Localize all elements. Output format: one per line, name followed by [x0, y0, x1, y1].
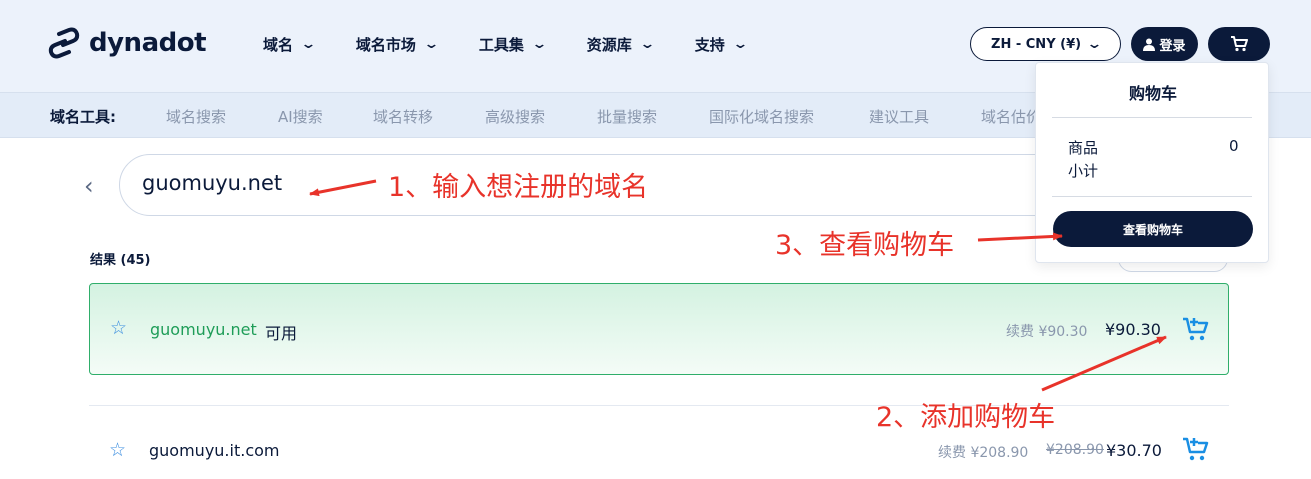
cart-icon: [1231, 36, 1248, 52]
tool-idn-search[interactable]: 国际化域名搜索: [709, 106, 814, 127]
nav-item-support[interactable]: 支持 ⌄: [694, 34, 749, 55]
logo[interactable]: dynadot: [47, 26, 207, 60]
result-row-available: ☆ guomuyu.net 可用 续费 ¥90.30 ¥90.30: [89, 283, 1229, 375]
main-nav: 域名 ⌄ 域名市场 ⌄ 工具集 ⌄ 资源库 ⌄ 支持 ⌄: [263, 34, 788, 55]
tool-ai-search[interactable]: AI搜索: [278, 106, 323, 127]
chevron-down-icon: ⌄: [423, 37, 440, 52]
renewal-price: 续费 ¥90.30: [1006, 324, 1088, 340]
domain-name[interactable]: guomuyu.it.com: [149, 441, 279, 460]
tool-bulk-search[interactable]: 批量搜索: [597, 106, 657, 127]
annotation-step1: 1、输入想注册的域名: [388, 172, 649, 203]
back-arrow-icon[interactable]: ‹: [84, 172, 94, 200]
nav-item-domains[interactable]: 域名 ⌄: [263, 34, 317, 55]
nav-item-tools[interactable]: 工具集 ⌄: [478, 34, 548, 55]
chevron-down-icon: ⌄: [531, 37, 548, 52]
nav-item-label: 支持: [694, 36, 725, 54]
domain-price: ¥90.30: [1105, 320, 1161, 339]
tool-advanced-search[interactable]: 高级搜索: [485, 106, 545, 127]
tool-domain-transfer[interactable]: 域名转移: [373, 106, 433, 127]
chevron-down-icon: ⌄: [731, 37, 749, 52]
annotation-step3: 3、查看购物车: [775, 230, 955, 261]
login-button[interactable]: 登录: [1131, 27, 1198, 61]
domain-price: ¥30.70: [1106, 441, 1162, 460]
domain-name[interactable]: guomuyu.net: [150, 320, 257, 339]
availability-status: 可用: [265, 324, 298, 343]
domain-tools-label: 域名工具:: [50, 108, 116, 126]
view-cart-button[interactable]: 查看购物车: [1053, 211, 1253, 247]
renewal-price: 续费 ¥208.90: [938, 445, 1029, 461]
nav-item-resources[interactable]: 资源库 ⌄: [586, 34, 656, 55]
cart-button[interactable]: [1208, 27, 1270, 61]
original-price: ¥208.90: [1046, 442, 1104, 458]
nav-item-marketplace[interactable]: 域名市场 ⌄: [355, 34, 440, 55]
cart-subtotal-label: 小计: [1068, 162, 1099, 180]
nav-item-label: 资源库: [586, 36, 632, 54]
tool-suggestion[interactable]: 建议工具: [869, 106, 929, 127]
user-icon: [1143, 38, 1156, 51]
add-to-cart-icon[interactable]: [1182, 437, 1209, 462]
language-currency-button[interactable]: ZH - CNY (¥) ⌄: [970, 27, 1121, 61]
chevron-down-icon: ⌄: [1086, 36, 1103, 52]
chevron-down-icon: ⌄: [300, 37, 317, 52]
logo-text: dynadot: [89, 28, 207, 58]
nav-item-label: 域名: [263, 36, 294, 54]
cart-divider: [1052, 196, 1252, 197]
tool-domain-search[interactable]: 域名搜索: [166, 106, 226, 127]
language-currency-label: ZH - CNY (¥): [991, 36, 1082, 52]
nav-item-label: 域名市场: [355, 36, 416, 54]
cart-dropdown: 购物车 商品 0 小计 查看购物车: [1035, 62, 1269, 263]
results-count: 结果 (45): [90, 253, 151, 268]
cart-title: 购物车: [1128, 84, 1177, 103]
page: dynadot 域名 ⌄ 域名市场 ⌄ 工具集 ⌄ 资源库 ⌄ 支持 ⌄ ZH - CNY…: [0, 0, 1311, 479]
favorite-star-icon[interactable]: ☆: [110, 317, 127, 339]
add-to-cart-icon[interactable]: [1182, 317, 1209, 342]
cart-items-count: 0: [1229, 137, 1239, 155]
cart-divider: [1052, 117, 1252, 118]
tool-appraisal[interactable]: 域名估价: [981, 106, 1041, 127]
annotation-step2: 2、添加购物车: [876, 402, 1056, 433]
row-divider: [89, 405, 1229, 406]
favorite-star-icon[interactable]: ☆: [109, 439, 126, 461]
cart-items-label: 商品: [1068, 139, 1099, 157]
chevron-down-icon: ⌄: [639, 37, 656, 52]
logo-icon: [48, 27, 80, 59]
login-label: 登录: [1159, 38, 1186, 54]
nav-item-label: 工具集: [478, 36, 524, 54]
